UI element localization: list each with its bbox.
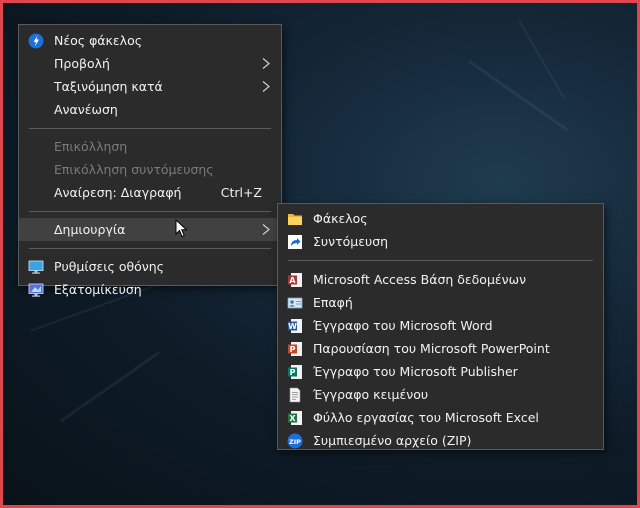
- submenu-item-label: Φάκελος: [313, 211, 368, 226]
- display-icon: [28, 260, 44, 274]
- word-icon: W: [288, 319, 302, 333]
- new-submenu: Φάκελος Συντόμευση A Microsoft Access Βά…: [277, 203, 604, 450]
- shortcut-icon: [288, 235, 302, 249]
- desktop[interactable]: { "context_menu": { "items": [ {"label":…: [0, 0, 640, 508]
- mouse-cursor-icon: [175, 219, 188, 238]
- menu-item-paste-shortcut: Επικόλληση συντόμευσης: [19, 158, 281, 181]
- submenu-item-excel[interactable]: X Φύλλο εργασίας του Microsoft Excel: [278, 406, 603, 429]
- submenu-item-label: Έγγραφο του Microsoft Publisher: [313, 364, 518, 379]
- text-document-icon: [289, 387, 301, 403]
- submenu-item-label: Παρουσίαση του Microsoft PowerPoint: [313, 341, 550, 356]
- menu-separator: [29, 248, 271, 249]
- excel-icon: X: [288, 411, 302, 425]
- menu-item-new[interactable]: Δημιουργία: [19, 218, 281, 241]
- personalize-icon: [28, 283, 44, 297]
- zip-icon: ZIP: [287, 433, 303, 449]
- menu-item-paste: Επικόλληση: [19, 135, 281, 158]
- wallpaper-streak: [468, 60, 569, 132]
- submenu-item-label: Επαφή: [313, 295, 353, 310]
- menu-item-label: Νέος φάκελος: [54, 33, 143, 48]
- menu-item-label: Εξατομίκευση: [54, 282, 142, 297]
- submenu-item-publisher[interactable]: P Έγγραφο του Microsoft Publisher: [278, 360, 603, 383]
- submenu-item-folder[interactable]: Φάκελος: [278, 207, 603, 230]
- wallpaper-streak: [60, 351, 161, 423]
- menu-item-label: Επικόλληση συντόμευσης: [54, 162, 214, 177]
- submenu-item-label: Έγγραφο κειμένου: [313, 387, 429, 402]
- chevron-right-icon: [262, 81, 270, 92]
- new-folder-icon: [28, 33, 44, 49]
- submenu-item-word[interactable]: W Έγγραφο του Microsoft Word: [278, 314, 603, 337]
- chevron-right-icon: [262, 224, 270, 235]
- menu-item-label: Ρυθμίσεις οθόνης: [54, 259, 165, 274]
- wallpaper-streak: [518, 20, 565, 99]
- menu-item-label: Ταξινόμηση κατά: [54, 79, 163, 94]
- menu-item-new-folder[interactable]: Νέος φάκελος: [19, 29, 281, 52]
- menu-item-view[interactable]: Προβολή: [19, 52, 281, 75]
- submenu-item-label: Συμπιεσμένο αρχείο (ZIP): [313, 433, 472, 448]
- submenu-item-label: Συντόμευση: [313, 234, 389, 249]
- submenu-item-access[interactable]: A Microsoft Access Βάση δεδομένων: [278, 268, 603, 291]
- submenu-item-text-document[interactable]: Έγγραφο κειμένου: [278, 383, 603, 406]
- menu-item-label: Ανανέωση: [54, 102, 118, 117]
- menu-item-undo-delete[interactable]: Αναίρεση: Διαγραφή Ctrl+Z: [19, 181, 281, 204]
- svg-text:W: W: [288, 322, 297, 331]
- menu-item-label: Προβολή: [54, 56, 110, 71]
- menu-item-shortcut: Ctrl+Z: [220, 185, 262, 200]
- submenu-item-powerpoint[interactable]: P Παρουσίαση του Microsoft PowerPoint: [278, 337, 603, 360]
- menu-item-sort-by[interactable]: Ταξινόμηση κατά: [19, 75, 281, 98]
- menu-item-display-settings[interactable]: Ρυθμίσεις οθόνης: [19, 255, 281, 278]
- submenu-item-zip[interactable]: ZIP Συμπιεσμένο αρχείο (ZIP): [278, 429, 603, 452]
- menu-item-label: Επικόλληση: [54, 139, 128, 154]
- menu-separator: [29, 211, 271, 212]
- svg-text:ZIP: ZIP: [289, 438, 301, 446]
- menu-item-personalize[interactable]: Εξατομίκευση: [19, 278, 281, 301]
- svg-text:P: P: [290, 368, 296, 377]
- svg-text:A: A: [289, 276, 296, 285]
- menu-separator: [29, 128, 271, 129]
- access-icon: A: [288, 273, 302, 287]
- folder-icon: [288, 214, 302, 225]
- menu-item-refresh[interactable]: Ανανέωση: [19, 98, 281, 121]
- powerpoint-icon: P: [288, 342, 302, 356]
- submenu-item-shortcut[interactable]: Συντόμευση: [278, 230, 603, 253]
- submenu-item-label: Microsoft Access Βάση δεδομένων: [313, 272, 527, 287]
- submenu-item-label: Έγγραφο του Microsoft Word: [313, 318, 493, 333]
- publisher-icon: P: [288, 365, 302, 379]
- menu-item-label: Δημιουργία: [54, 222, 126, 237]
- desktop-context-menu: Νέος φάκελος Προβολή Ταξινόμηση κατά Ανα…: [18, 24, 282, 297]
- menu-item-label: Αναίρεση: Διαγραφή: [54, 185, 182, 200]
- contact-icon: [287, 297, 303, 309]
- submenu-item-contact[interactable]: Επαφή: [278, 291, 603, 314]
- svg-text:X: X: [289, 414, 296, 423]
- menu-separator: [288, 260, 593, 261]
- submenu-item-label: Φύλλο εργασίας του Microsoft Excel: [313, 410, 539, 425]
- chevron-right-icon: [262, 58, 270, 69]
- svg-text:P: P: [290, 345, 296, 354]
